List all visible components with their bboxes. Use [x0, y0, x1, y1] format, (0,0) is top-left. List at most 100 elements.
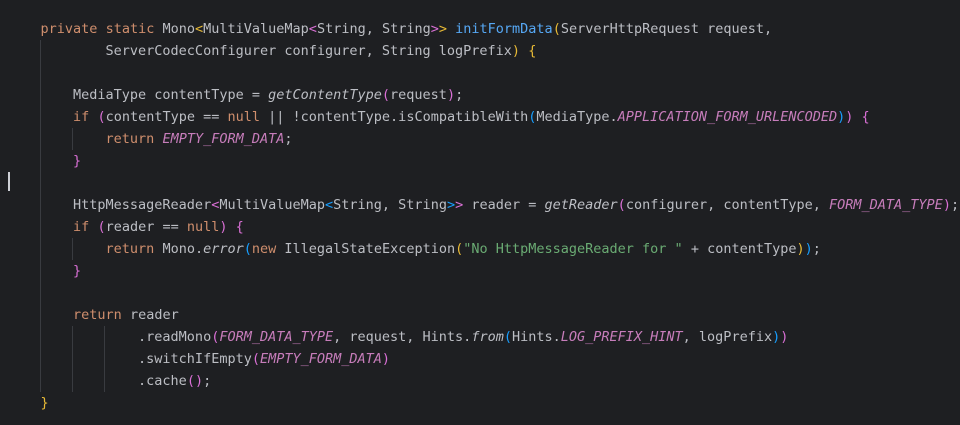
code-token: ( [381, 87, 391, 103]
code-line[interactable]: } [8, 392, 49, 414]
code-token: return [73, 307, 122, 323]
code-token: MultiValueMap [203, 21, 309, 37]
code-token: > [438, 21, 448, 37]
code-token: HttpMessageReader [8, 197, 212, 213]
code-token: ( [97, 219, 106, 235]
code-token: ; [950, 197, 960, 213]
code-token: IllegalStateException [276, 241, 456, 257]
code-token: > [446, 197, 456, 213]
code-token: ServerCodecConfigurer configurer, String… [8, 43, 512, 59]
code-token: LOG_PREFIX_HINT [560, 329, 683, 345]
code-line[interactable]: ServerCodecConfigurer configurer, String… [8, 40, 537, 62]
code-token: < [194, 21, 204, 37]
code-token: contentType == [105, 109, 228, 125]
code-token: ) [194, 373, 204, 389]
code-line[interactable]: if (contentType == null || !contentType.… [8, 106, 870, 128]
code-line[interactable]: } [8, 150, 81, 172]
code-token: null [227, 109, 261, 125]
code-token: } [73, 153, 82, 169]
code-token: reader = [463, 197, 545, 213]
code-line[interactable]: return reader [8, 304, 179, 326]
code-token: { [528, 43, 537, 59]
code-token: ( [243, 241, 252, 257]
code-line[interactable]: .switchIfEmpty(EMPTY_FORM_DATA) [8, 348, 390, 370]
code-token: FORM_DATA_TYPE [829, 197, 943, 213]
code-token: > [430, 21, 439, 37]
code-token: String, String [316, 21, 431, 37]
code-line[interactable]: .readMono (FORM_DATA_TYPE, request, Hints… [8, 326, 788, 348]
code-token: } [73, 263, 82, 279]
code-line[interactable]: } [8, 260, 81, 282]
code-token: ) [446, 87, 456, 103]
code-token: reader [121, 307, 179, 323]
code-token: new [251, 241, 277, 257]
code-token: ( [251, 351, 260, 367]
code-token: ) [772, 329, 781, 345]
code-line[interactable]: private static Mono<MultiValueMap<String… [8, 18, 773, 40]
code-token: private [40, 21, 98, 37]
code-token: ) [219, 219, 228, 235]
code-token: request [390, 87, 447, 103]
code-token: ) [804, 241, 813, 257]
code-token: MediaType. [536, 109, 618, 125]
code-token: ( [617, 197, 626, 213]
code-token: from [471, 329, 504, 345]
code-line[interactable]: if (reader == null) { [8, 216, 244, 238]
code-line[interactable]: MediaType contentType = getContentType(r… [8, 84, 463, 106]
code-token: reader == [105, 219, 187, 235]
code-line[interactable]: return EMPTY_FORM_DATA; [8, 128, 293, 150]
code-line[interactable]: return Mono.error(new IllegalStateExcept… [8, 238, 821, 260]
code-token: ; [203, 373, 212, 389]
code-token: EMPTY_FORM_DATA [162, 131, 285, 147]
code-token: null [186, 219, 220, 235]
code-token: .cache [8, 373, 187, 389]
code-token: > [455, 197, 464, 213]
code-token: .switchIfEmpty [8, 351, 252, 367]
code-token: Mono [154, 21, 195, 37]
code-token: return [105, 241, 155, 257]
code-token: ServerHttpRequest request, [560, 21, 773, 37]
code-line[interactable]: HttpMessageReader<MultiValueMap<String, … [8, 194, 959, 216]
code-editor[interactable]: private static Mono<MultiValueMap<String… [0, 0, 960, 425]
code-token: initFormData [455, 21, 553, 37]
code-token: return [105, 131, 155, 147]
code-line[interactable]: .cache(); [8, 370, 211, 392]
text-caret [8, 172, 10, 191]
code-token: FORM_DATA_TYPE [219, 329, 334, 345]
code-token: { [861, 109, 870, 125]
code-token: , request, Hints. [333, 329, 472, 345]
code-token: MediaType contentType = [8, 87, 269, 103]
code-token: APPLICATION_FORM_URLENCODED [617, 109, 838, 125]
code-token: ( [455, 241, 464, 257]
code-token: configurer, contentType, [625, 197, 830, 213]
code-token: ; [812, 241, 821, 257]
code-token: ; [455, 87, 464, 103]
code-token: if [73, 219, 90, 235]
code-token: .readMono [8, 329, 212, 345]
code-token: < [325, 197, 334, 213]
code-token: ) [942, 197, 951, 213]
code-token: EMPTY_FORM_DATA [259, 351, 382, 367]
code-token: ( [552, 21, 561, 37]
code-token: || !contentType.isCompatibleWith [260, 109, 529, 125]
code-token: "No HttpMessageReader for " [463, 241, 683, 257]
code-token: static [105, 21, 155, 37]
code-token: getContentType [268, 87, 382, 103]
code-token: Hints. [511, 329, 561, 345]
code-token: if [73, 109, 90, 125]
code-token: < [308, 21, 317, 37]
code-token: error [203, 241, 244, 257]
code-token: ( [186, 373, 195, 389]
code-token: } [40, 395, 49, 411]
